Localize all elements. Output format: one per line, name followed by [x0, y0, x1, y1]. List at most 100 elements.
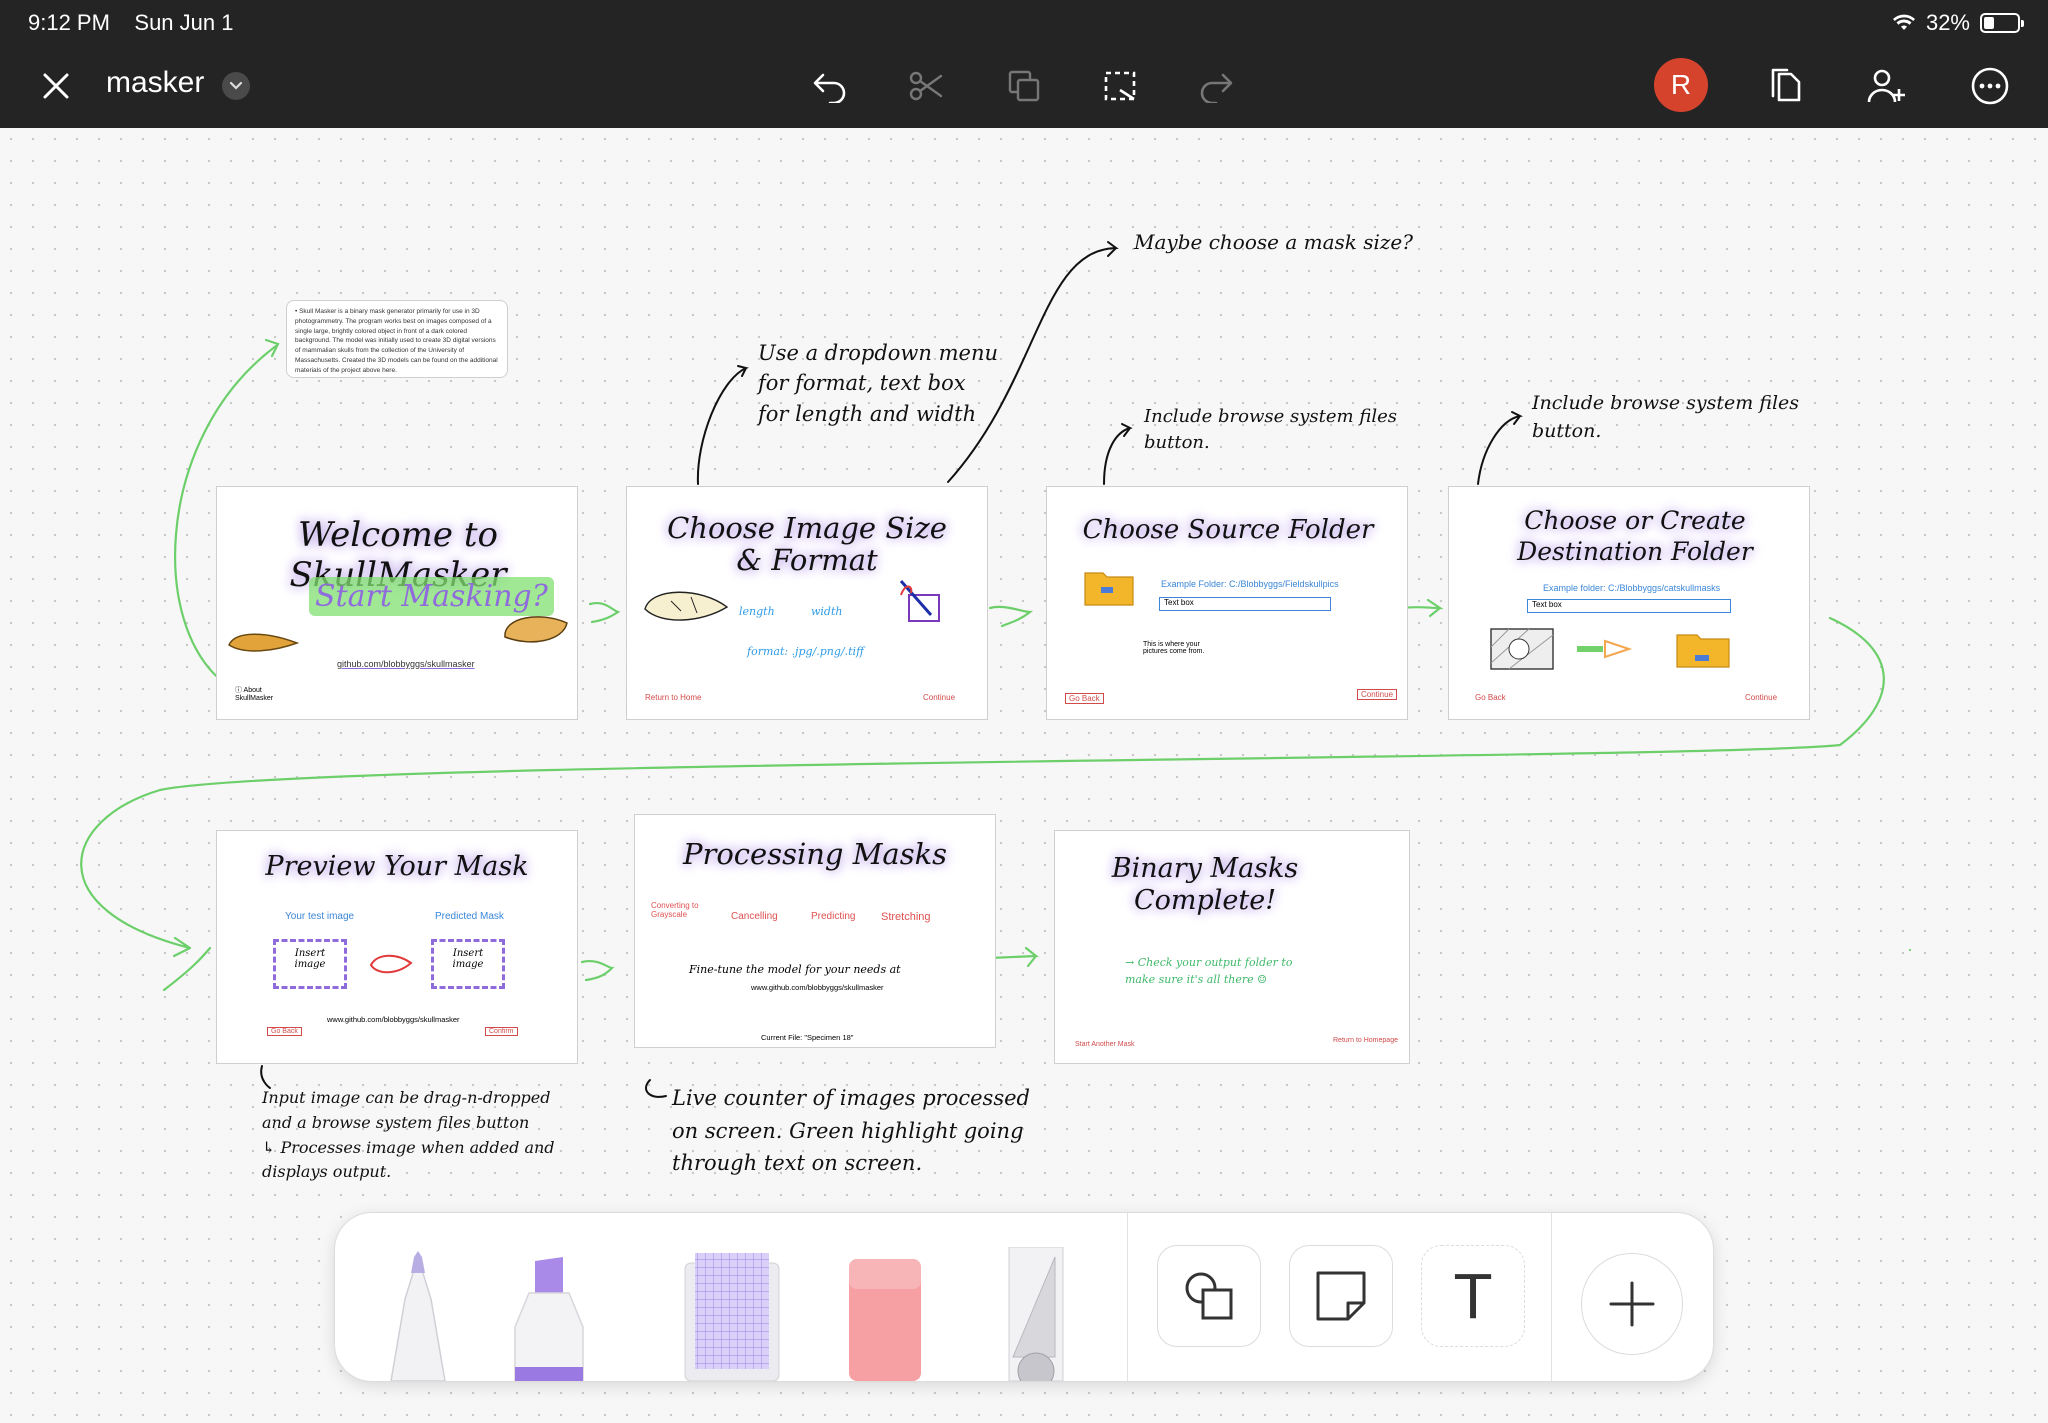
wifi-icon [1892, 14, 1915, 30]
slide-masks-complete[interactable]: Binary Masks Complete! → Check your outp… [1054, 830, 1410, 1064]
note-dropdown[interactable]: Use a dropdown menu for format, text box… [758, 338, 998, 429]
marker-tool[interactable] [503, 1257, 597, 1381]
current-file-label: Current File: "Specimen 18" [761, 1033, 854, 1042]
step-stretching: Stretching [881, 911, 931, 923]
cut-button[interactable] [902, 62, 950, 110]
redo-icon [1200, 73, 1233, 103]
slide-title: Preview Your Mask [265, 851, 529, 882]
add-button[interactable] [1581, 1253, 1683, 1355]
pen-icon [390, 1251, 446, 1381]
tray-separator [1551, 1213, 1552, 1381]
sticky-note-icon [1316, 1271, 1366, 1321]
test-image-label: Your test image [285, 911, 355, 922]
add-user-icon [1867, 69, 1905, 103]
text-icon: T [1453, 1260, 1493, 1332]
status-right: 32% [1892, 10, 2024, 36]
slide-title: Choose Source Folder [1082, 515, 1374, 545]
tool-tray: T [334, 1212, 1714, 1382]
washi-tape-tool[interactable] [681, 1251, 783, 1381]
format-dropdown[interactable]: format: .jpg/.png/.tiff [747, 645, 864, 658]
pen-tool[interactable] [383, 1251, 453, 1381]
redo-button[interactable] [1192, 62, 1240, 110]
continue-link[interactable]: Continue [1745, 693, 1777, 702]
github-link[interactable]: www.github.com/blobbyggs/skullmasker [751, 983, 884, 992]
pages-button[interactable] [1762, 62, 1810, 110]
step-cancelling: Cancelling [731, 911, 778, 922]
title-menu-button[interactable] [222, 72, 250, 100]
return-home-link[interactable]: Return to Homepage [1333, 1037, 1398, 1044]
add-user-button[interactable] [1862, 62, 1910, 110]
width-input[interactable]: width [811, 605, 842, 618]
status-time: 9:12 PM [28, 10, 110, 35]
lasso-select-button[interactable] [1096, 62, 1144, 110]
folder-icon [1676, 634, 1730, 668]
note-input-image[interactable]: Input image can be drag-n-dropped and a … [262, 1086, 555, 1185]
github-link[interactable]: www.github.com/blobbyggs/skullmasker [327, 1015, 460, 1024]
sticky-note-button[interactable] [1289, 1245, 1393, 1347]
slide-destination-folder[interactable]: Choose or Create Destination Folder Exam… [1448, 486, 1810, 720]
source-path-textbox[interactable]: Text box [1159, 597, 1331, 611]
folder-icon [1084, 572, 1134, 606]
shapes-button[interactable] [1157, 1245, 1261, 1347]
ruler-icon [1008, 1246, 1064, 1381]
close-button[interactable] [32, 62, 80, 110]
step-predicting: Predicting [811, 911, 856, 922]
start-another-link[interactable]: Start Another Mask [1075, 1041, 1135, 1048]
eraser-tool[interactable] [847, 1259, 923, 1381]
gift-icon [899, 580, 940, 622]
status-time-date: 9:12 PM Sun Jun 1 [28, 10, 233, 36]
copy-button[interactable] [1000, 62, 1048, 110]
plus-icon [1609, 1281, 1655, 1327]
slide-image-size[interactable]: Choose Image Size & Format length width … [626, 486, 988, 720]
complete-message: → Check your output folder to make sure … [1125, 956, 1293, 986]
more-button[interactable] [1966, 62, 2014, 110]
avatar[interactable]: R [1654, 58, 1708, 112]
ruler-tool[interactable] [1005, 1246, 1067, 1381]
slide-processing-masks[interactable]: Processing Masks Converting to Grayscale… [634, 814, 996, 1048]
undo-icon [813, 73, 846, 103]
slide-preview-mask[interactable]: Preview Your Mask Your test image Predic… [216, 830, 578, 1064]
undo-button[interactable] [806, 62, 854, 110]
status-date: Sun Jun 1 [134, 10, 234, 35]
predicted-mask-label: Predicted Mask [435, 911, 504, 922]
confirm-link[interactable]: Confirm [485, 1027, 518, 1036]
slide-title: Choose Image Size & Format [667, 511, 947, 577]
go-back-link[interactable]: Go Back [1475, 693, 1506, 702]
destination-example-label: Example folder: C:/Blobbyggs/catskullmas… [1543, 583, 1721, 593]
note-live-counter[interactable]: Live counter of images processed on scre… [672, 1082, 1030, 1180]
length-input[interactable]: length [739, 605, 775, 618]
close-icon [43, 73, 69, 99]
slide-title: Choose or Create Destination Folder [1517, 506, 1753, 567]
source-example-label: Example Folder: C:/Blobbyggs/Fieldskullp… [1161, 579, 1339, 589]
continue-link[interactable]: Continue [1357, 689, 1398, 700]
slide-welcome[interactable]: Welcome to SkullMasker Start Masking? gi… [216, 486, 578, 720]
pages-icon [1771, 68, 1801, 102]
note-browse-destination[interactable]: Include browse system files button. [1532, 390, 1799, 445]
top-bar: 9:12 PM Sun Jun 1 32% masker R [0, 0, 2048, 128]
highlighter-icon [514, 1257, 584, 1381]
test-image-dropzone[interactable]: Insert image [273, 939, 347, 989]
arrow-icon [1577, 639, 1633, 659]
document-title[interactable]: masker [106, 66, 204, 100]
image-placeholder-icon [1490, 628, 1554, 670]
more-icon [1971, 67, 2009, 105]
continue-link[interactable]: Continue [923, 693, 955, 702]
go-back-link[interactable]: Go Back [1065, 693, 1104, 704]
battery-icon [1980, 13, 2024, 33]
note-mask-size[interactable]: Maybe choose a mask size? [1134, 228, 1413, 257]
skull-sketch-icon [644, 591, 729, 621]
predicted-mask-dropzone[interactable]: Insert image [431, 939, 505, 989]
text-button[interactable]: T [1421, 1245, 1525, 1347]
about-button[interactable]: ⓘ About SkullMasker [235, 685, 279, 702]
skull-illustration-right [504, 616, 568, 643]
github-link[interactable]: github.com/blobbyggs/skullmasker [337, 659, 475, 669]
destination-path-textbox[interactable]: Text box [1527, 599, 1731, 613]
return-home-link[interactable]: Return to Home [645, 693, 701, 702]
note-browse-source[interactable]: Include browse system files button. [1144, 404, 1397, 456]
eraser-icon [849, 1259, 921, 1381]
tray-separator [1127, 1213, 1128, 1381]
about-note-card[interactable]: • Skull Masker is a binary mask generato… [286, 300, 508, 378]
go-back-link[interactable]: Go Back [267, 1027, 302, 1036]
copy-icon [1008, 70, 1040, 102]
slide-source-folder[interactable]: Choose Source Folder Example Folder: C:/… [1046, 486, 1408, 720]
